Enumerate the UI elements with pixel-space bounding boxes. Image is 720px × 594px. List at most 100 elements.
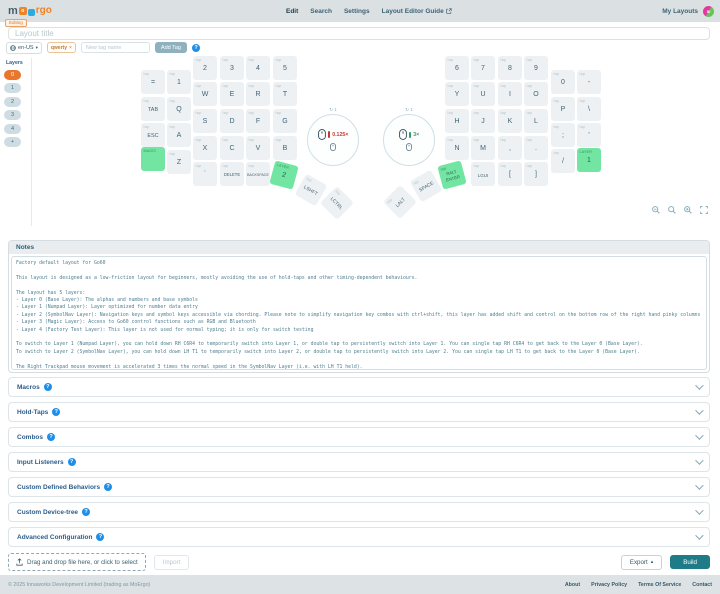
build-button[interactable]: Build [670, 555, 710, 569]
key-tab[interactable]: tapTAB [141, 97, 165, 121]
help-icon[interactable]: ? [44, 383, 52, 391]
key-6[interactable]: tap6 [445, 56, 469, 80]
section-macros[interactable]: Macros? [8, 377, 710, 397]
help-icon[interactable]: ? [96, 533, 104, 541]
key-ralt[interactable]: tapRALTENTER [437, 160, 466, 189]
right-trackpad[interactable]: ↻ 1 3× [383, 114, 435, 166]
key-sym[interactable]: tap, [498, 136, 522, 160]
left-trackpad[interactable]: ↻ 1 0.125× [307, 114, 359, 166]
key-e[interactable]: tapE [220, 82, 244, 106]
key-sym[interactable]: tap` [193, 162, 217, 186]
section-input-listeners[interactable]: Input Listeners? [8, 452, 710, 472]
key-label: S [203, 118, 208, 126]
key-4[interactable]: tap4 [246, 56, 270, 80]
key-sublabel: ENTER [446, 175, 461, 183]
help-icon[interactable]: ? [68, 458, 76, 466]
key-a[interactable]: tapA [167, 123, 191, 147]
key-t[interactable]: tapT [273, 82, 297, 106]
key-sym[interactable]: tap[ [498, 162, 522, 186]
key-label: LSHFT [302, 185, 318, 197]
key-sym[interactable]: tap\ [577, 97, 601, 121]
zoom-reset-icon[interactable] [668, 206, 676, 214]
key-esc[interactable]: tapESC [141, 123, 165, 147]
key-sym[interactable]: tap] [524, 162, 548, 186]
key-lalt[interactable]: tapLALT [383, 185, 417, 219]
section-title: Combos [17, 434, 43, 441]
key-lgui[interactable]: tapLGUI [471, 162, 495, 186]
key-sym[interactable]: tap; [551, 123, 575, 147]
key-g[interactable]: tapG [273, 109, 297, 133]
key-1[interactable]: LAYER1 [577, 148, 601, 172]
key-c[interactable]: tapC [220, 136, 244, 160]
key-sym[interactable]: tap. [524, 136, 548, 160]
zoom-in-icon[interactable] [684, 206, 692, 214]
key-sym[interactable]: tap- [577, 70, 601, 94]
help-icon[interactable]: ? [104, 483, 112, 491]
key-w[interactable]: tapW [193, 82, 217, 106]
import-bar: Drag and drop file here, or click to sel… [8, 553, 710, 571]
key-backspace[interactable]: tapBACKSPACE [246, 162, 270, 186]
key-v[interactable]: tapV [246, 136, 270, 160]
key-k[interactable]: tapK [498, 109, 522, 133]
key-sym[interactable]: tap/ [551, 149, 575, 173]
section-hold-taps[interactable]: Hold-Taps? [8, 402, 710, 422]
section-custom-defined-behaviors[interactable]: Custom Defined Behaviors? [8, 477, 710, 497]
section-combos[interactable]: Combos? [8, 427, 710, 447]
footer-link-contact[interactable]: Contact [692, 582, 712, 588]
dropzone-label: Drag and drop file here, or click to sel… [27, 559, 138, 566]
key-magic[interactable]: MAGIC [141, 147, 165, 171]
help-icon[interactable]: ? [47, 433, 55, 441]
help-icon[interactable]: ? [52, 408, 60, 416]
key-label: U [480, 91, 485, 99]
key-5[interactable]: tap5 [273, 56, 297, 80]
key-d[interactable]: tapD [220, 109, 244, 133]
key-8[interactable]: tap8 [498, 56, 522, 80]
key-p[interactable]: tapP [551, 97, 575, 121]
key-lctrl[interactable]: tapLCTRL [320, 186, 354, 220]
key-space[interactable]: tapSPACE [410, 170, 443, 203]
key-9[interactable]: tap9 [524, 56, 548, 80]
footer-link-terms-of-service[interactable]: Terms Of Service [638, 582, 681, 588]
key-m[interactable]: tapM [471, 136, 495, 160]
key-0[interactable]: tap0 [551, 70, 575, 94]
notes-textarea[interactable]: Factory default layout for Go60 This lay… [11, 256, 707, 370]
key-sym[interactable]: tap= [141, 70, 165, 94]
key-o[interactable]: tapO [524, 82, 548, 106]
key-z[interactable]: tapZ [167, 150, 191, 174]
key-h[interactable]: tapH [445, 109, 469, 133]
zoom-out-icon[interactable] [652, 206, 660, 214]
key-label: J [481, 118, 485, 126]
key-label: LCTRL [329, 197, 344, 212]
footer-link-privacy-policy[interactable]: Privacy Policy [591, 582, 627, 588]
key-j[interactable]: tapJ [471, 109, 495, 133]
export-button[interactable]: Export ▴ [621, 555, 662, 570]
key-f[interactable]: tapF [246, 109, 270, 133]
key-3[interactable]: tap3 [220, 56, 244, 80]
file-dropzone[interactable]: Drag and drop file here, or click to sel… [8, 553, 146, 571]
key-2[interactable]: LAYER2 [269, 160, 298, 189]
fullscreen-icon[interactable] [700, 206, 708, 214]
key-l[interactable]: tapL [524, 109, 548, 133]
key-s[interactable]: tapS [193, 109, 217, 133]
zoom-toolbar [652, 206, 708, 214]
footer-link-about[interactable]: About [565, 582, 580, 588]
key-behavior-label: tap [448, 84, 454, 88]
key-n[interactable]: tapN [445, 136, 469, 160]
key-sym[interactable]: tap' [577, 123, 601, 147]
key-1[interactable]: tap1 [167, 70, 191, 94]
import-button[interactable]: Import [154, 555, 190, 570]
key-x[interactable]: tapX [193, 136, 217, 160]
key-r[interactable]: tapR [246, 82, 270, 106]
key-delete[interactable]: tapDELETE [220, 162, 244, 186]
key-7[interactable]: tap7 [471, 56, 495, 80]
key-b[interactable]: tapB [273, 136, 297, 160]
key-2[interactable]: tap2 [193, 56, 217, 80]
key-behavior-label: tap [474, 138, 480, 142]
help-icon[interactable]: ? [82, 508, 90, 516]
section-advanced-configuration[interactable]: Advanced Configuration? [8, 527, 710, 547]
key-q[interactable]: tapQ [167, 97, 191, 121]
section-custom-device-tree[interactable]: Custom Device-tree? [8, 502, 710, 522]
key-i[interactable]: tapI [498, 82, 522, 106]
key-y[interactable]: tapY [445, 82, 469, 106]
key-u[interactable]: tapU [471, 82, 495, 106]
